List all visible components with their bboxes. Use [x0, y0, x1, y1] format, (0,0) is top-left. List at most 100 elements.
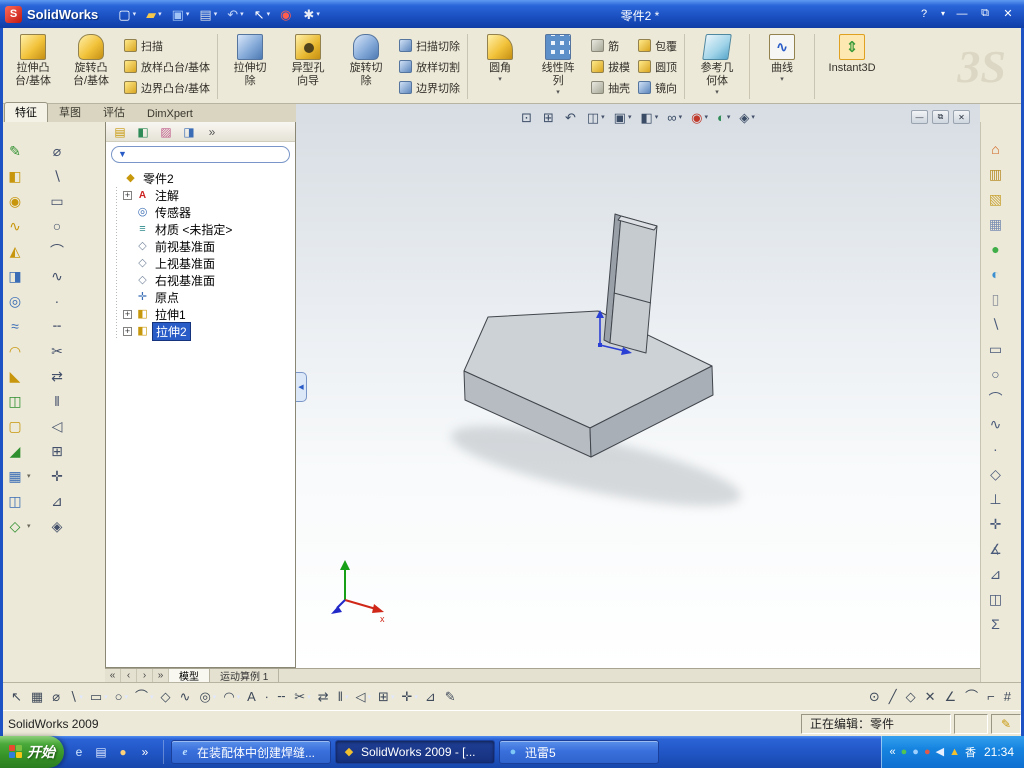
help-dropdown-icon[interactable]: ▾: [939, 5, 947, 22]
spline-tool-icon[interactable]: ∿: [981, 411, 1010, 436]
ribbon-revolved-boss-base-button[interactable]: 旋转凸 台/基体: [62, 30, 120, 103]
move-entities-icon[interactable]: ✛: [47, 463, 77, 488]
tab-scroll-button[interactable]: ›: [137, 669, 153, 682]
swept-boss-icon[interactable]: ∿: [5, 213, 45, 238]
motion-study-tab[interactable]: 运动算例 1: [210, 669, 280, 683]
ribbon-revolved-cut-button[interactable]: 旋转切 除: [337, 30, 395, 103]
reference-geometry-icon[interactable]: ◇ ▾: [5, 513, 45, 538]
tree-item-top-plane[interactable]: ◇ 上视基准面: [111, 255, 295, 272]
tree-item-extrude2[interactable]: + ◧ 拉伸2: [111, 322, 295, 341]
taskbar-button-solidworks[interactable]: ◆ SolidWorks 2009 - [...: [335, 740, 495, 764]
ribbon-swept-boss-button[interactable]: 扫描: [124, 36, 210, 56]
point-tool-icon[interactable]: ∙: [981, 436, 1010, 461]
dropdown-icon[interactable]: ▾: [715, 88, 719, 96]
offset-entities-icon[interactable]: ‖: [47, 388, 77, 413]
section-properties-icon[interactable]: ◫: [981, 586, 1010, 611]
rapid-sketch-icon[interactable]: ✎: [442, 686, 461, 708]
ribbon-lofted-cut-button[interactable]: 放样切割: [399, 57, 460, 77]
shell-icon[interactable]: ▢: [5, 413, 45, 438]
undo-icon[interactable]: ↶ ▾: [223, 3, 247, 25]
tab-sketch[interactable]: 草图: [48, 102, 92, 122]
extruded-cut-icon[interactable]: ◨: [5, 263, 45, 288]
chamfer-icon[interactable]: ◣: [5, 363, 45, 388]
quick-launch-ie-icon[interactable]: e: [70, 745, 88, 759]
dropdown-icon[interactable]: ▾: [780, 75, 784, 83]
revolved-boss-icon[interactable]: ◉: [5, 188, 45, 213]
ribbon-extruded-boss-base-button[interactable]: 拉伸凸 台/基体: [4, 30, 62, 103]
draft-icon[interactable]: ◢: [5, 438, 45, 463]
part-3d-model[interactable]: x: [296, 104, 980, 668]
spline-icon[interactable]: ∿: [177, 686, 196, 708]
expand-icon[interactable]: +: [123, 310, 132, 319]
line-snap-icon[interactable]: ╱: [886, 686, 902, 708]
tab-scroll-button[interactable]: »: [153, 669, 169, 682]
doc-close-button[interactable]: ✕: [953, 110, 970, 124]
plane-icon[interactable]: ◇: [981, 461, 1010, 486]
taskbar-button-xunlei[interactable]: ● 迅雷5: [499, 740, 659, 764]
tree-item-material[interactable]: ≡ 材质 <未指定>: [111, 221, 295, 238]
rectangle-icon[interactable]: ▭: [47, 188, 77, 213]
ribbon-mirror-button[interactable]: 镜向: [638, 78, 677, 98]
tab-evaluate[interactable]: 评估: [92, 102, 136, 122]
rebuild-icon[interactable]: ◉: [276, 3, 297, 25]
arc-snap-icon[interactable]: ⌒: [962, 686, 983, 708]
part-body[interactable]: [463, 213, 714, 458]
propertymanager-tab-icon[interactable]: ◧: [134, 124, 152, 140]
centerline-icon[interactable]: ╌: [274, 686, 290, 708]
network-tray-icon[interactable]: ●: [912, 746, 919, 758]
edit-appearance-icon[interactable]: ◉ ▾: [688, 107, 711, 127]
convert-entities-icon[interactable]: ⇄: [47, 363, 77, 388]
tab-dimxpert[interactable]: DimXpert: [136, 106, 204, 122]
ribbon-shell-button[interactable]: 抽壳: [591, 78, 630, 98]
tree-item-right-plane[interactable]: ◇ 右视基准面: [111, 272, 295, 289]
tab-features[interactable]: 特征: [4, 102, 48, 122]
ribbon-curves-button[interactable]: ∿ 曲线 ▾: [753, 30, 811, 103]
design-library-icon[interactable]: ▥: [981, 161, 1010, 186]
centerline-icon[interactable]: ╌: [47, 313, 77, 338]
lofted-boss-icon[interactable]: ◭: [5, 238, 45, 263]
arc-icon[interactable]: ⌒: [47, 238, 77, 263]
text-icon[interactable]: A: [244, 686, 261, 708]
measure-icon[interactable]: ∡: [981, 536, 1010, 561]
rib-icon[interactable]: ◫: [5, 388, 45, 413]
polygon-icon[interactable]: ◇: [158, 686, 176, 708]
grid-snap-icon[interactable]: #: [1001, 686, 1016, 708]
view-settings-icon[interactable]: ◈ ▾: [736, 107, 758, 127]
hide-show-items-icon[interactable]: ∞ ▾: [664, 107, 685, 127]
mirror-entities-icon[interactable]: ◁: [47, 413, 77, 438]
trim-icon[interactable]: ✂: [47, 338, 77, 363]
feature-filter-input[interactable]: [130, 147, 283, 161]
dropdown-icon[interactable]: ▾: [556, 88, 560, 96]
diamond-snap-icon[interactable]: ◇: [903, 686, 921, 708]
axis-icon[interactable]: ⊥: [981, 486, 1010, 511]
appearances-icon[interactable]: ●: [981, 236, 1010, 261]
tree-item-part2[interactable]: ◆ 零件2: [111, 170, 295, 187]
view-orientation-icon[interactable]: ▣ ▾: [611, 107, 635, 127]
taskbar-button-ie-document[interactable]: e 在装配体中创建焊缝...: [171, 740, 331, 764]
new-document-icon[interactable]: ▢ ▾: [114, 3, 140, 25]
tree-item-origin[interactable]: ✛ 原点: [111, 289, 295, 306]
rectangle-tool-icon[interactable]: ▭: [981, 336, 1010, 361]
expand-icon[interactable]: +: [123, 191, 132, 200]
tree-item-extrude1[interactable]: + ◧ 拉伸1: [111, 306, 295, 323]
circle-icon[interactable]: ○: [47, 213, 77, 238]
solidworks-resources-icon[interactable]: ⌂: [981, 136, 1010, 161]
select-icon[interactable]: ↖ ▾: [250, 3, 274, 25]
zoom-to-area-icon[interactable]: ⊞: [540, 107, 559, 127]
doc-minimize-button[interactable]: —: [911, 110, 928, 124]
help-button[interactable]: ?: [916, 5, 932, 22]
circle-tool-icon[interactable]: ○: [981, 361, 1010, 386]
ribbon-lofted-boss-button[interactable]: 放样凸台/基体: [124, 57, 210, 77]
display-style-icon[interactable]: ◧ ▾: [637, 107, 661, 127]
ribbon-draft-button[interactable]: 拔模: [591, 57, 630, 77]
select-icon[interactable]: ↖: [8, 686, 27, 708]
convert-entities-icon[interactable]: ⇄: [315, 686, 334, 708]
corner-snap-icon[interactable]: ⌐: [984, 686, 1000, 708]
linear-sketch-pattern-icon[interactable]: ⊞ ▾: [375, 686, 397, 708]
scenes-icon[interactable]: ◐: [981, 261, 1010, 286]
ribbon-linear-pattern-button[interactable]: 线性阵 列 ▾: [529, 30, 587, 103]
spline-icon[interactable]: ∿: [47, 263, 77, 288]
ribbon-boundary-boss-button[interactable]: 边界凸台/基体: [124, 78, 210, 98]
circle-snap-icon[interactable]: ⊙: [866, 686, 885, 708]
point-icon[interactable]: ∙: [47, 288, 77, 313]
